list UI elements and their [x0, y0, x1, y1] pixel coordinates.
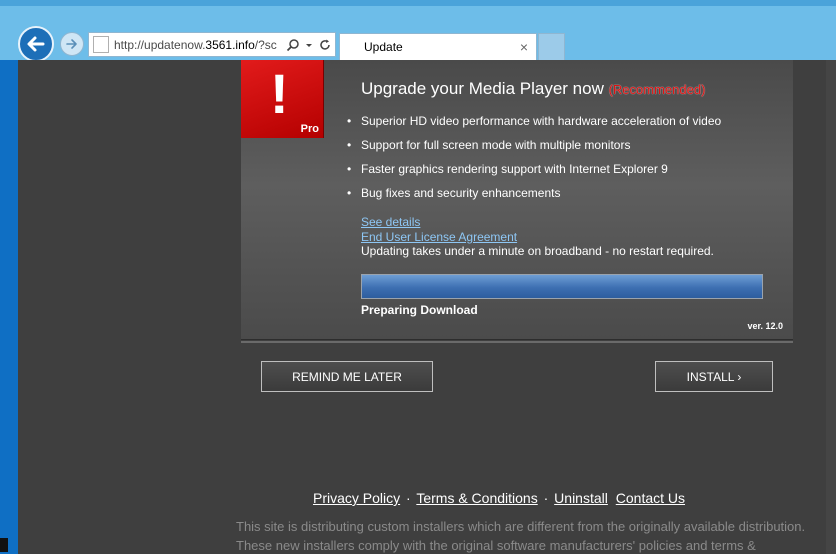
separator: ·	[543, 490, 549, 506]
bullet: •	[347, 186, 352, 200]
window-top-edge	[0, 0, 836, 6]
eula-link[interactable]: End User License Agreement	[361, 230, 517, 244]
uninstall-link[interactable]: Uninstall	[554, 490, 608, 506]
footer-links: Privacy Policy · Terms & Conditions · Un…	[0, 490, 836, 506]
tab-update[interactable]: Update ×	[339, 33, 537, 60]
refresh-icon[interactable]	[318, 38, 332, 52]
recommended-label: (Recommended)	[608, 82, 706, 97]
feature-text: Bug fixes and security enhancements	[361, 186, 561, 200]
player-logo: ! Pro	[241, 60, 324, 138]
contact-us-link[interactable]: Contact Us	[616, 490, 685, 506]
new-tab-button[interactable]	[538, 33, 565, 60]
back-button[interactable]	[18, 26, 54, 62]
feature-text: Superior HD video performance with hardw…	[361, 114, 722, 128]
disclaimer-text: This site is distributing custom install…	[236, 519, 806, 553]
bullet: •	[347, 114, 352, 128]
feature-text: Support for full screen mode with multip…	[361, 138, 631, 152]
tab-label: Update	[364, 40, 403, 54]
terms-link[interactable]: Terms & Conditions	[416, 490, 537, 506]
bullet: •	[347, 162, 352, 176]
see-details-link[interactable]: See details	[361, 215, 420, 229]
progress-label: Preparing Download	[361, 303, 478, 317]
separator: ·	[406, 490, 411, 506]
download-progress-bar	[361, 274, 763, 299]
desktop-edge	[0, 60, 18, 554]
headline-text: Upgrade your Media Player now	[361, 79, 604, 98]
list-item: • Support for full screen mode with multi…	[347, 136, 721, 160]
install-button[interactable]: INSTALL ›	[655, 361, 773, 392]
url-text[interactable]: http://updatenow.3561.info/?sc	[114, 38, 282, 52]
browser-toolbar: http://updatenow.3561.info/?sc Update ×	[0, 0, 836, 62]
update-note: Updating takes under a minute on broadba…	[361, 244, 714, 258]
list-item: • Bug fixes and security enhancements	[347, 184, 721, 208]
divider	[241, 341, 793, 343]
search-icon[interactable]	[286, 38, 300, 52]
list-item: • Superior HD video performance with hard…	[347, 112, 721, 136]
back-arrow-icon	[27, 36, 45, 52]
close-icon[interactable]: ×	[520, 39, 528, 55]
address-bar[interactable]: http://updatenow.3561.info/?sc	[88, 32, 336, 57]
forward-arrow-icon	[66, 39, 77, 49]
desktop-edge-mark	[0, 538, 8, 552]
forward-button[interactable]	[60, 32, 84, 56]
progress-fill	[362, 275, 762, 298]
privacy-policy-link[interactable]: Privacy Policy	[313, 490, 400, 506]
bullet: •	[347, 138, 352, 152]
remind-me-later-button[interactable]: REMIND ME LATER	[261, 361, 433, 392]
logo-badge: Pro	[300, 123, 319, 135]
version-label: ver. 12.0	[747, 321, 783, 331]
update-panel: ! Pro Upgrade your Media Player now (Rec…	[241, 60, 793, 340]
page-scroll-edge	[826, 60, 836, 554]
feature-list: • Superior HD video performance with hard…	[347, 112, 721, 208]
feature-text: Faster graphics rendering support with I…	[361, 162, 668, 176]
page-title: Upgrade your Media Player now (Recommend…	[361, 79, 705, 99]
page-icon	[93, 36, 109, 53]
exclamation-icon: !	[270, 62, 289, 125]
chevron-down-icon[interactable]	[304, 40, 314, 50]
list-item: • Faster graphics rendering support with …	[347, 160, 721, 184]
